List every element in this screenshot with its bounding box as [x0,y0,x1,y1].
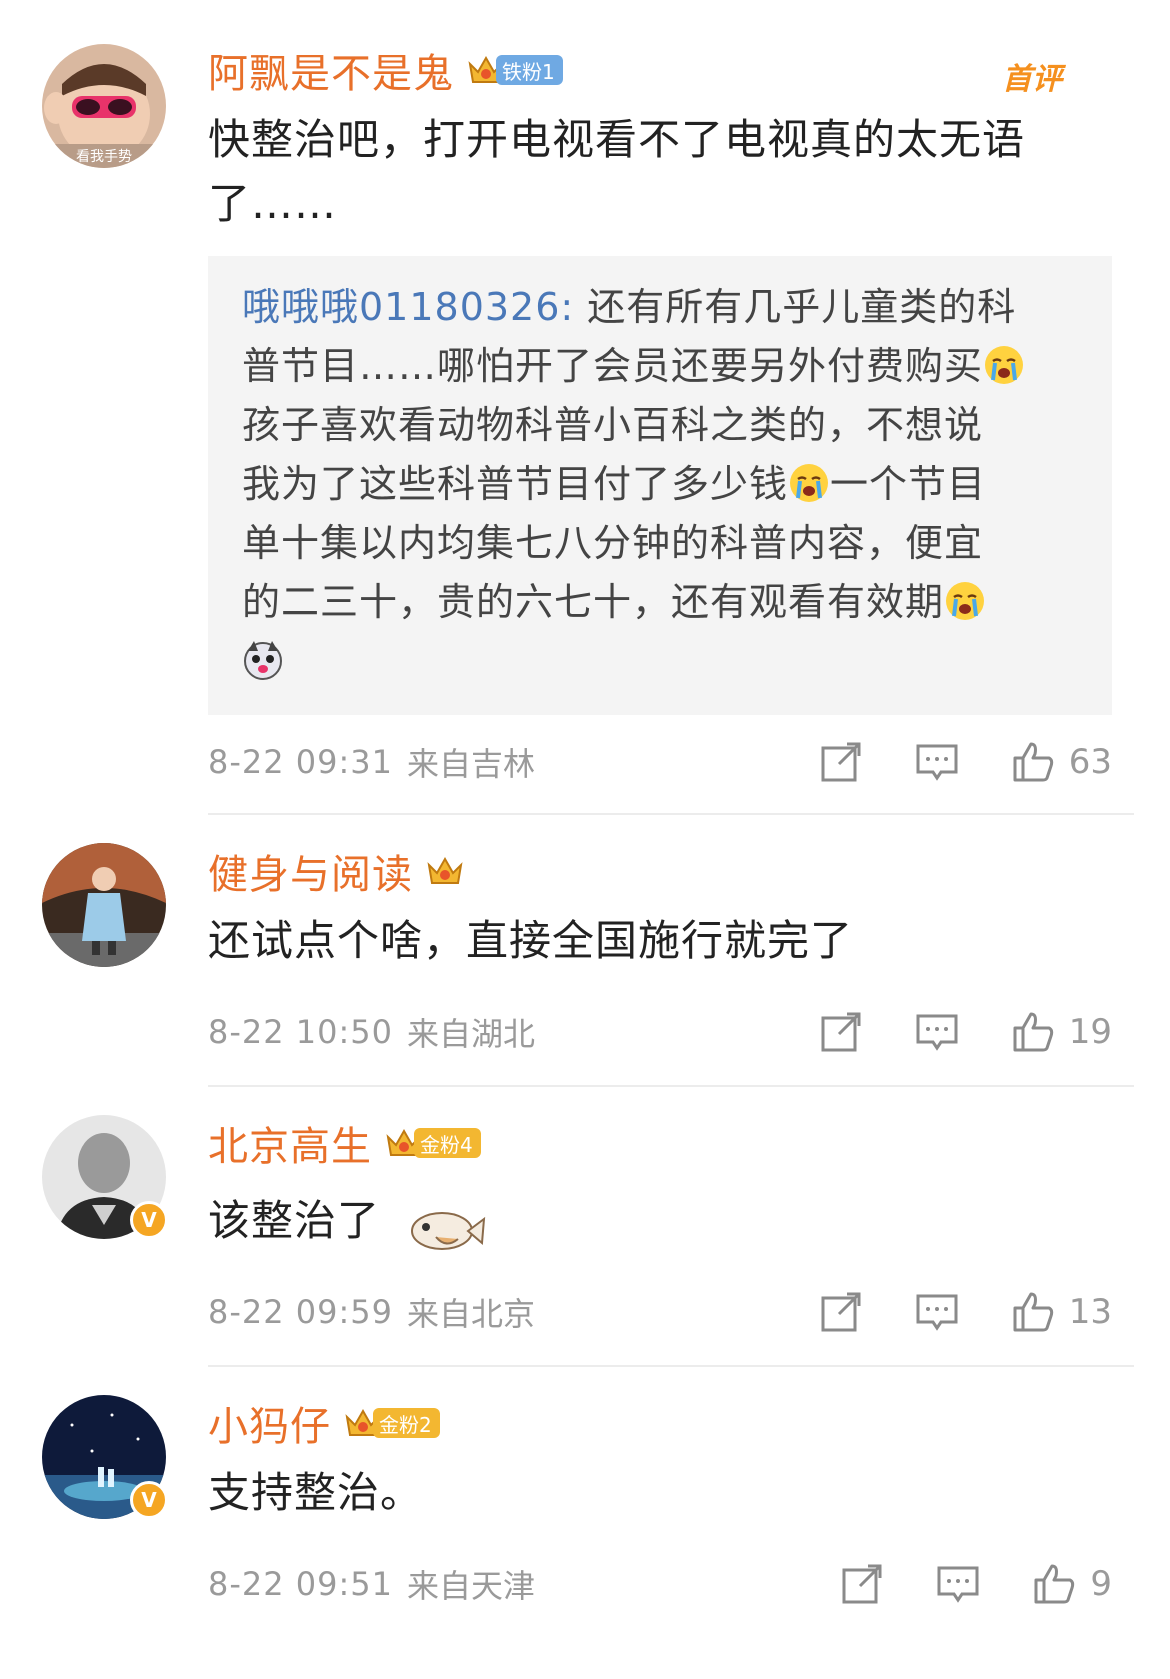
verified-icon: V [130,1481,168,1519]
reply-author[interactable]: 哦哦哦01180326: [242,285,574,329]
fan-badge[interactable]: 铁粉1 [466,50,563,90]
like-count: 19 [1068,1012,1112,1052]
comment-text: 快整治吧，打开电视看不了电视真的太无语 了…… [208,108,1112,236]
comment-text: 支持整治。 [208,1468,424,1517]
reply-text: 孩子喜欢看动物科普小百科之类的，不想说 [242,403,984,447]
verified-icon: V [130,1201,168,1239]
action-bar: 63 [767,740,1112,784]
comment-text-line: 了…… [208,179,338,228]
fan-badge[interactable]: 金粉4 [384,1123,481,1163]
comment-text-line: 快整治吧，打开电视看不了电视真的太无语 [208,115,1026,164]
action-bar: 19 [767,1010,1112,1054]
comment-icon[interactable] [915,740,959,784]
comment-item: V 北京高生 金粉4 该整治了 8-22 09:59 来自北京 13 [0,1087,1170,1357]
action-bar: 13 [767,1290,1112,1334]
avatar[interactable]: V [42,1395,168,1519]
reply-text: 单十集以内均集七八分钟的科普内容，便宜 [242,521,984,565]
comment-icon[interactable] [915,1290,959,1334]
share-icon[interactable] [819,1290,863,1334]
username[interactable]: 小犸仔 [208,1394,331,1452]
like-count: 9 [1090,1564,1112,1604]
comment-time: 8-22 09:31 [208,743,394,781]
share-icon[interactable] [819,740,863,784]
like-icon [1013,1292,1053,1332]
comment-icon[interactable] [915,1010,959,1054]
like-button[interactable]: 13 [1011,1290,1112,1334]
reply-text: 一个节目 [830,462,987,506]
fan-level: 铁粉1 [496,55,563,85]
name-row: 阿飘是不是鬼 铁粉1 [208,40,1112,100]
crying-emoji [985,346,1024,384]
like-count: 13 [1068,1292,1112,1332]
comment-item: 健身与阅读 还试点个啥，直接全国施行就完了 8-22 10:50 来自湖北 19 [0,815,1170,1077]
like-icon [1034,1564,1075,1604]
comment-location: 来自湖北 [407,1015,536,1053]
dog-emoji [244,641,282,680]
reply-text: 普节目……哪怕开了会员还要另外付费购买 [242,344,984,388]
comment-text: 该整治了 [208,1181,1112,1261]
fish-sticker [411,1212,486,1250]
like-button[interactable]: 19 [1011,1010,1112,1054]
comment-location: 来自北京 [407,1295,536,1333]
reply-text: 的二三十，贵的六七十，还有观看有效期 [242,580,945,624]
fan-badge[interactable] [425,851,465,891]
reply-box[interactable]: 哦哦哦01180326: 还有所有几乎儿童类的科 普节目……哪怕开了会员还要另外… [208,256,1112,715]
crown-icon [427,856,463,884]
like-count: 63 [1068,742,1112,782]
fan-badge[interactable]: 金粉2 [343,1403,440,1443]
like-icon [1013,1012,1053,1052]
action-bar: 9 [788,1562,1112,1606]
comment-item: 看我手势 首评 阿飘是不是鬼 铁粉1 快整治吧，打开电视看不了电视真的太无语 了… [0,0,1170,807]
avatar[interactable] [42,843,166,967]
comment-time: 8-22 10:50 [208,1013,394,1051]
comment-item: V 小犸仔 金粉2 支持整治。 8-22 09:51 来自天津 9 [0,1367,1170,1629]
name-row: 北京高生 金粉4 [208,1113,1112,1173]
share-icon[interactable] [840,1562,884,1606]
fan-level: 金粉4 [414,1128,481,1158]
reply-text: 还有所有几乎儿童类的科 [574,285,1017,329]
name-row: 健身与阅读 [208,841,1112,901]
avatar[interactable]: V [42,1115,168,1239]
comment-icon[interactable] [936,1562,980,1606]
comment-text: 还试点个啥，直接全国施行就完了 [208,916,854,965]
share-icon[interactable] [819,1010,863,1054]
fan-level: 金粉2 [373,1408,440,1438]
comment-time: 8-22 09:59 [208,1293,394,1331]
like-button[interactable]: 63 [1011,740,1112,784]
name-row: 小犸仔 金粉2 [208,1393,1112,1453]
svg-text:看我手势: 看我手势 [76,149,132,165]
comment-meta: 8-22 09:51 来自天津 9 [208,1539,1112,1629]
username[interactable]: 北京高生 [208,1114,372,1172]
reply-text: 我为了这些科普节目付了多少钱 [242,462,789,506]
comment-text-content: 该整治了 [208,1196,381,1245]
avatar[interactable]: 看我手势 [42,44,166,168]
comment-meta: 8-22 10:50 来自湖北 19 [208,987,1112,1077]
comment-meta: 8-22 09:31 来自吉林 63 [208,717,1112,807]
comment-location: 来自天津 [407,1567,536,1605]
like-button[interactable]: 9 [1032,1562,1112,1606]
comment-time: 8-22 09:51 [208,1565,394,1603]
crying-emoji [790,464,829,502]
comment-location: 来自吉林 [407,745,536,783]
hot-comment-label: 首评 [1002,62,1062,97]
comment-meta: 8-22 09:59 来自北京 13 [208,1267,1112,1357]
crying-emoji [946,582,985,620]
username[interactable]: 健身与阅读 [208,842,413,900]
like-icon [1013,742,1053,782]
username[interactable]: 阿飘是不是鬼 [208,41,454,99]
